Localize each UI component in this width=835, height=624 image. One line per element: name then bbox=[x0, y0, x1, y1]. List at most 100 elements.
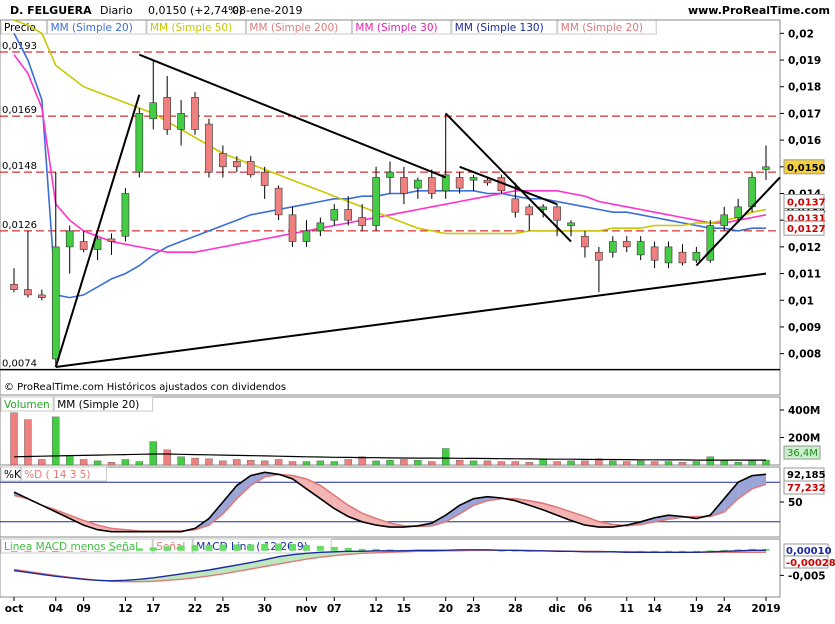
volume-bar bbox=[261, 461, 268, 465]
candle-body bbox=[24, 290, 31, 295]
volume-bar bbox=[205, 459, 212, 465]
volume-bar bbox=[428, 462, 435, 465]
macd-histogram-bar bbox=[679, 551, 686, 552]
macd-histogram-bar bbox=[317, 546, 324, 551]
volume-bar bbox=[94, 461, 101, 465]
macd-histogram-bar bbox=[94, 551, 101, 552]
volume-bar bbox=[108, 462, 115, 465]
volume-bar bbox=[763, 460, 770, 465]
x-tick-label: 06 bbox=[578, 603, 593, 615]
volume-bar bbox=[387, 460, 394, 465]
volume-bar bbox=[442, 449, 449, 466]
candle-body bbox=[80, 242, 87, 250]
volume-bar bbox=[164, 450, 171, 465]
volume-bar bbox=[707, 457, 714, 465]
volume-bar bbox=[693, 462, 700, 465]
price-ytick-label: 0,009 bbox=[788, 322, 821, 334]
volume-bar bbox=[122, 460, 129, 466]
x-tick-label: 17 bbox=[146, 603, 161, 615]
volume-legend-label: MM (Simple 20) bbox=[57, 399, 139, 411]
level-label: 0,0148 bbox=[2, 161, 37, 172]
x-tick-label: 2019 bbox=[751, 603, 780, 615]
volume-bar bbox=[554, 462, 561, 465]
x-tick-label: 14 bbox=[647, 603, 662, 615]
price-legend-label: MM (Simple 200) bbox=[249, 22, 338, 34]
level-label: 0,0074 bbox=[2, 359, 37, 370]
x-tick-label: 12 bbox=[118, 603, 133, 615]
price-ytick-label: 0,019 bbox=[788, 55, 821, 67]
candle-body bbox=[373, 177, 380, 225]
candle-body bbox=[484, 180, 491, 183]
level-label: 0,0169 bbox=[2, 105, 37, 116]
price-ytick-label: 0,017 bbox=[788, 108, 821, 120]
candle-body bbox=[554, 207, 561, 220]
volume-bar bbox=[679, 462, 686, 465]
volume-bar bbox=[52, 417, 59, 465]
candle-body bbox=[568, 223, 575, 226]
macd-histogram-bar bbox=[24, 551, 31, 552]
candle-body bbox=[526, 207, 533, 215]
volume-bar bbox=[178, 457, 185, 465]
macd-histogram-bar bbox=[136, 548, 143, 550]
volume-bar bbox=[623, 462, 630, 465]
price-legend-label: MM (Simple 30) bbox=[355, 22, 437, 34]
price-ytick-label: 0,018 bbox=[788, 82, 821, 94]
volume-bar bbox=[512, 462, 519, 465]
volume-bar bbox=[303, 462, 310, 465]
x-tick-label: 09 bbox=[76, 603, 91, 615]
volume-bar bbox=[38, 460, 45, 466]
candle-body bbox=[651, 247, 658, 260]
x-tick-label: 25 bbox=[216, 603, 231, 615]
candle-body bbox=[331, 210, 338, 221]
volume-bar bbox=[735, 462, 742, 465]
macd-tag-label: 0,00010 bbox=[786, 546, 832, 557]
stoch-tag-label: 92,185 bbox=[787, 470, 826, 481]
volume-bar bbox=[136, 462, 143, 465]
volume-bar bbox=[373, 461, 380, 465]
candle-body bbox=[609, 242, 616, 253]
candle-body bbox=[136, 113, 143, 172]
price-ytick-label: 0,012 bbox=[788, 242, 821, 254]
macd-histogram-bar bbox=[122, 549, 129, 550]
macd-histogram-bar bbox=[289, 544, 296, 551]
candle-body bbox=[665, 247, 672, 263]
macd-histogram-bar bbox=[303, 545, 310, 551]
candle-body bbox=[581, 236, 588, 247]
stoch-ytick-label: 50 bbox=[788, 497, 803, 509]
candle-body bbox=[178, 113, 185, 129]
candle-body bbox=[749, 177, 756, 206]
candle-body bbox=[428, 177, 435, 193]
candle-body bbox=[66, 231, 73, 247]
volume-bar bbox=[456, 460, 463, 465]
candle-body bbox=[735, 207, 742, 218]
candle-body bbox=[637, 242, 644, 255]
macd-histogram-bar bbox=[108, 550, 115, 551]
volume-bar bbox=[470, 461, 477, 465]
candle-body bbox=[387, 172, 394, 177]
x-tick-label: 23 bbox=[466, 603, 481, 615]
macd-histogram-bar bbox=[38, 551, 45, 552]
macd-tag-label: -0,00028 bbox=[786, 558, 835, 569]
site-label: www.ProRealTime.com bbox=[688, 4, 830, 17]
candle-body bbox=[303, 231, 310, 242]
macd-histogram-bar bbox=[66, 551, 73, 552]
price-tag-label: 0,0127 bbox=[787, 224, 826, 235]
price-ytick-label: 0,008 bbox=[788, 349, 821, 361]
chart-svg: D. FELGUERA Diario 0,0150 (+2,74%) 08-en… bbox=[0, 0, 835, 620]
price-ytick-label: 0,01 bbox=[788, 295, 814, 307]
macd-histogram-bar bbox=[80, 551, 87, 552]
period-label: Diario bbox=[100, 4, 133, 17]
candle-body bbox=[247, 161, 254, 174]
candle-body bbox=[261, 172, 268, 185]
macd-histogram-bar bbox=[693, 551, 700, 552]
price-tag-label: 0,0137 bbox=[787, 198, 826, 209]
candle-body bbox=[317, 223, 324, 231]
stoch-legend-label: %K bbox=[4, 469, 22, 481]
candle-body bbox=[721, 215, 728, 226]
volume-bar bbox=[331, 462, 338, 465]
volume-bar bbox=[219, 461, 226, 465]
volume-bar bbox=[66, 455, 73, 465]
price-legend-label: MM (Simple 50) bbox=[150, 22, 232, 34]
macd-histogram-bar bbox=[205, 545, 212, 551]
volume-bar bbox=[749, 461, 756, 465]
